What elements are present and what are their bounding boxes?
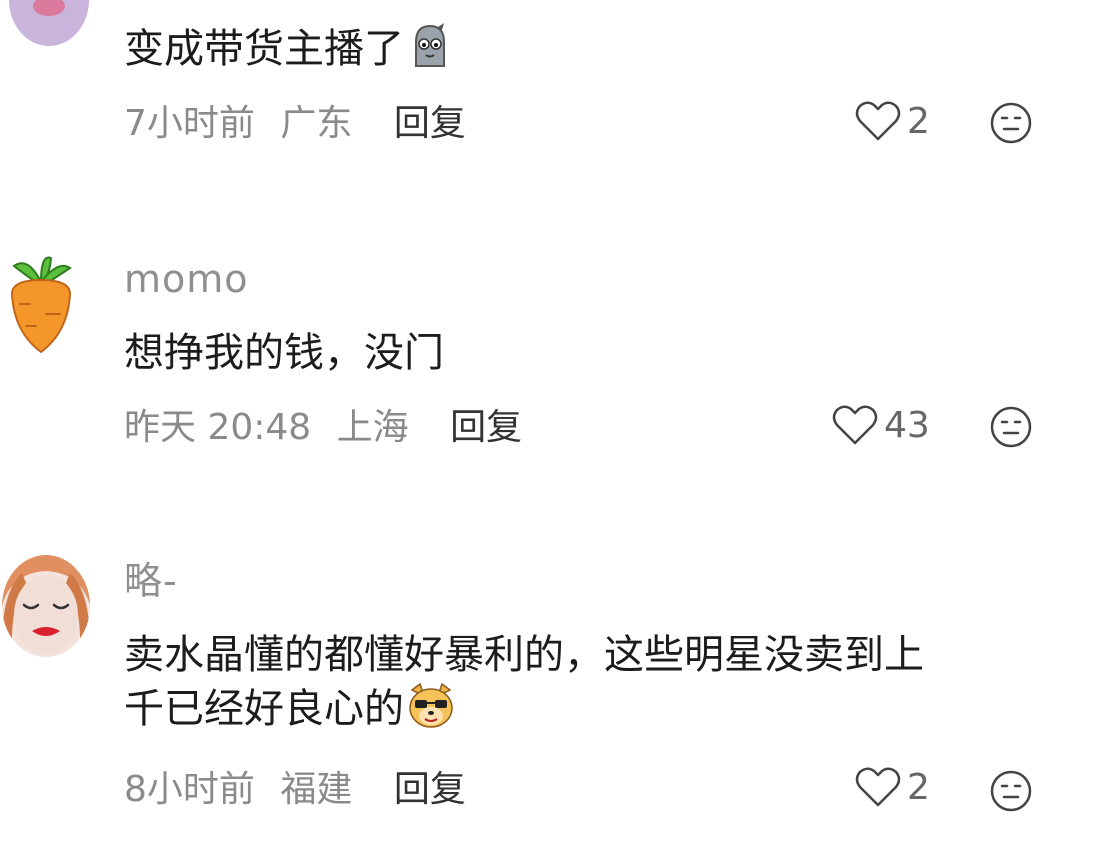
like-count: 2 xyxy=(907,766,930,808)
ghost-emoji-icon xyxy=(406,22,454,84)
comment-region: 福建 xyxy=(280,769,353,810)
comment-time: 昨天 20:48 xyxy=(124,407,312,448)
comment-meta: 8小时前 福建 回复 xyxy=(124,772,466,808)
dislike-button[interactable] xyxy=(990,102,1032,144)
heart-outline-icon xyxy=(832,405,878,445)
avatar[interactable] xyxy=(6,252,76,356)
comment-username[interactable]: 略- xyxy=(124,562,178,600)
neutral-face-icon xyxy=(990,406,1032,448)
comment-meta: 昨天 20:48 上海 回复 xyxy=(124,410,522,446)
like-count: 2 xyxy=(907,100,930,142)
reply-button[interactable]: 回复 xyxy=(394,103,466,144)
like-button[interactable]: 43 xyxy=(832,404,930,446)
dislike-button[interactable] xyxy=(990,406,1032,448)
comment-username[interactable]: momo xyxy=(124,260,249,298)
comment-text: 想挣我的钱，没门 xyxy=(124,330,444,376)
comment-region: 广东 xyxy=(280,103,353,144)
reply-button[interactable]: 回复 xyxy=(450,407,522,448)
comment-time: 7小时前 xyxy=(124,103,255,144)
smug-dog-emoji-icon xyxy=(406,682,456,744)
heart-outline-icon xyxy=(855,101,901,141)
reply-button[interactable]: 回复 xyxy=(394,769,466,810)
heart-outline-icon xyxy=(855,767,901,807)
neutral-face-icon xyxy=(990,770,1032,812)
neutral-face-icon xyxy=(990,102,1032,144)
like-button[interactable]: 2 xyxy=(855,766,930,808)
like-button[interactable]: 2 xyxy=(855,100,930,142)
avatar[interactable] xyxy=(8,0,90,48)
avatar[interactable] xyxy=(0,553,92,659)
comment-text: 卖水晶懂的都懂好暴利的，这些明星没卖到上 千已经好良心的 xyxy=(124,628,1044,744)
comment-region: 上海 xyxy=(336,407,409,448)
comment-meta: 7小时前 广东 回复 xyxy=(124,106,466,142)
comment-text: 变成带货主播了 xyxy=(124,22,1044,84)
like-count: 43 xyxy=(884,404,930,446)
dislike-button[interactable] xyxy=(990,770,1032,812)
comment-time: 8小时前 xyxy=(124,769,255,810)
